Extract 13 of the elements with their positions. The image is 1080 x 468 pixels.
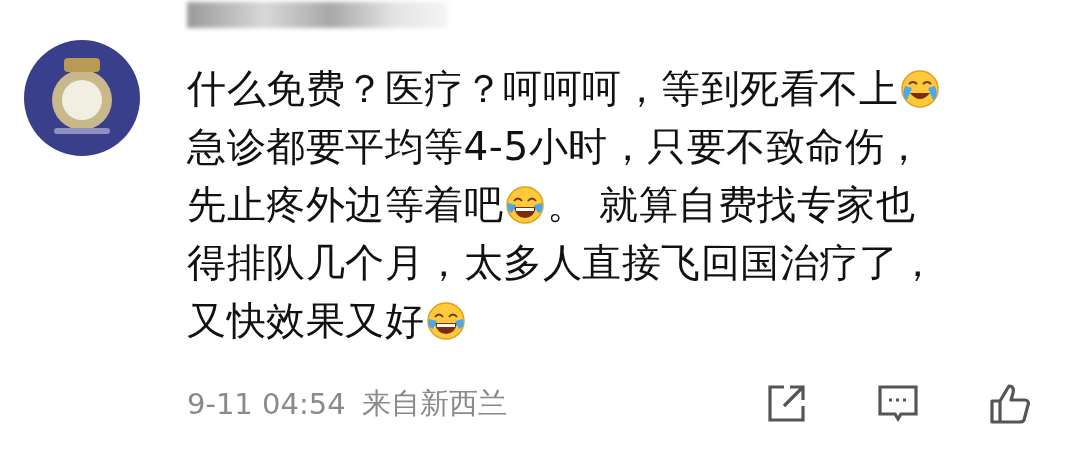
comment-location: 来自新西兰 [361, 385, 507, 422]
thumbs-up-icon[interactable] [988, 382, 1032, 426]
comment-text: 又快效果又好 [187, 297, 424, 345]
comment-text: 。 就算自费找专家也 [547, 181, 916, 229]
comment-text: 得排队几个月，太多人直接飞回国治疗了， [187, 239, 938, 287]
crying-face-icon [900, 69, 940, 109]
comment-text: 先止疼外边等着吧 [187, 181, 503, 229]
laughing-face-icon [426, 301, 466, 341]
avatar[interactable] [23, 40, 140, 156]
comment-text: 急诊都要平均等4-5小时，只要不致命伤， [187, 123, 924, 171]
comment-text: 什么免费？医疗？呵呵呵，等到死看不上 [187, 65, 898, 113]
laughing-face-icon [505, 185, 545, 225]
comment-date: 9-11 04:54 [187, 387, 346, 421]
